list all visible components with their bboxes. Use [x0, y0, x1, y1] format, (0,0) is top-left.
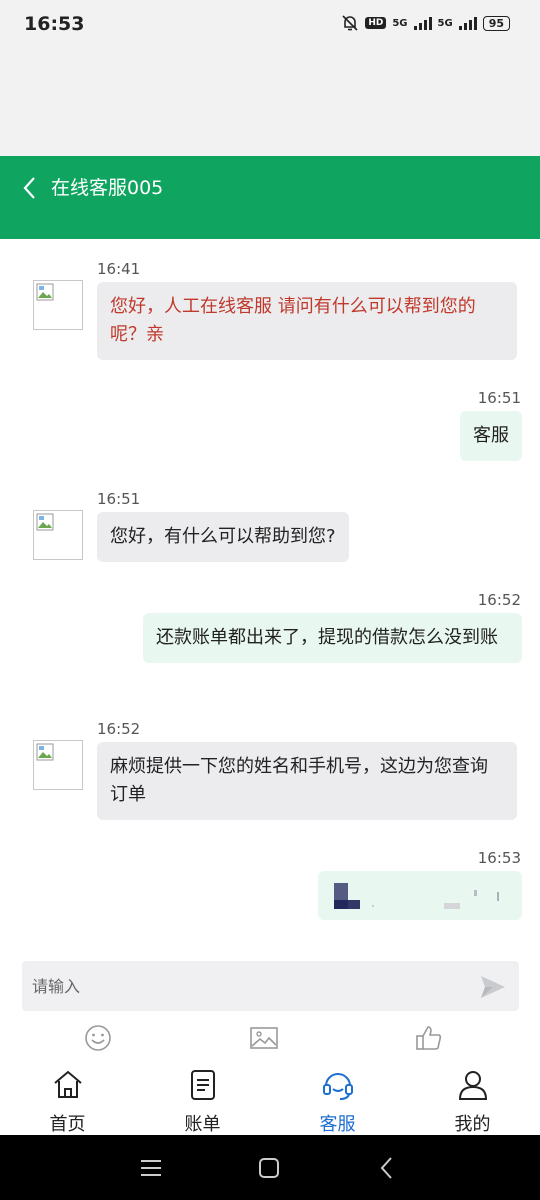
- message-time: 16:41: [97, 260, 141, 278]
- network-label-2: 5G: [437, 17, 453, 29]
- message-input[interactable]: [22, 961, 462, 1011]
- back-button-icon[interactable]: [372, 1153, 402, 1183]
- message-bubble: 您好，有什么可以帮助到您?: [97, 512, 349, 562]
- home-button-icon[interactable]: [254, 1153, 284, 1183]
- send-icon[interactable]: [479, 973, 507, 1001]
- agent-avatar: [33, 740, 83, 790]
- agent-avatar: [33, 510, 83, 560]
- battery-icon: 95: [482, 15, 510, 31]
- message-time: 16:52: [477, 591, 521, 609]
- message-input-bar: [22, 961, 519, 1011]
- tab-label: 我的: [454, 1114, 491, 1135]
- bill-icon: [190, 1070, 215, 1100]
- signal-icon-1: [413, 16, 432, 30]
- agent-avatar: [33, 280, 83, 330]
- broken-image-icon: [36, 283, 54, 301]
- message-time: 16:53: [477, 849, 521, 867]
- hd-badge: HD: [365, 17, 387, 29]
- status-time: 16:53: [24, 13, 85, 35]
- home-icon: [53, 1070, 82, 1098]
- headset-icon: [322, 1073, 353, 1100]
- signal-icon-2: [458, 16, 477, 30]
- redacted-message-bubble: [318, 871, 522, 920]
- system-nav-bar: [0, 1135, 540, 1200]
- broken-image-icon: [36, 743, 54, 761]
- page-title: 在线客服005: [51, 177, 164, 199]
- bottom-tab-bar: 首页 账单 客服 我的: [0, 1060, 540, 1135]
- message-bubble: 客服: [460, 411, 522, 461]
- tab-mine[interactable]: 我的: [405, 1060, 540, 1135]
- image-icon[interactable]: [248, 1022, 280, 1054]
- chat-header: 在线客服005: [0, 156, 540, 239]
- mute-bell-icon: [342, 15, 358, 31]
- emoji-icon[interactable]: [82, 1022, 114, 1054]
- tab-label: 客服: [319, 1114, 356, 1135]
- tab-label: 首页: [49, 1114, 86, 1135]
- input-tools: [0, 1018, 540, 1058]
- status-icons: HD 5G 5G 95: [341, 14, 510, 32]
- tab-customer-service[interactable]: 客服: [270, 1060, 405, 1135]
- menu-icon[interactable]: [136, 1153, 166, 1183]
- user-icon: [458, 1071, 487, 1100]
- broken-image-icon: [36, 513, 54, 531]
- back-arrow-icon[interactable]: [20, 174, 40, 202]
- thumbs-up-icon[interactable]: [413, 1022, 445, 1054]
- chat-message-list[interactable]: 16:41 您好，人工在线客服 请问有什么可以帮到您的呢？亲 16:51 客服 …: [0, 239, 540, 951]
- top-spacer: [0, 48, 540, 156]
- status-bar: 16:53 HD 5G 5G 95: [0, 0, 540, 48]
- redacted-content: [334, 883, 499, 909]
- tab-label: 账单: [184, 1114, 221, 1135]
- message-bubble: 您好，人工在线客服 请问有什么可以帮到您的呢？亲: [97, 282, 517, 360]
- message-time: 16:51: [97, 490, 141, 508]
- message-bubble: 还款账单都出来了，提现的借款怎么没到账: [143, 613, 522, 663]
- message-bubble: 麻烦提供一下您的姓名和手机号，这边为您查询订单: [97, 742, 517, 820]
- network-label-1: 5G: [392, 17, 408, 29]
- tab-home[interactable]: 首页: [0, 1060, 135, 1135]
- message-time: 16:52: [97, 720, 141, 738]
- tab-bill[interactable]: 账单: [135, 1060, 270, 1135]
- message-time: 16:51: [477, 389, 521, 407]
